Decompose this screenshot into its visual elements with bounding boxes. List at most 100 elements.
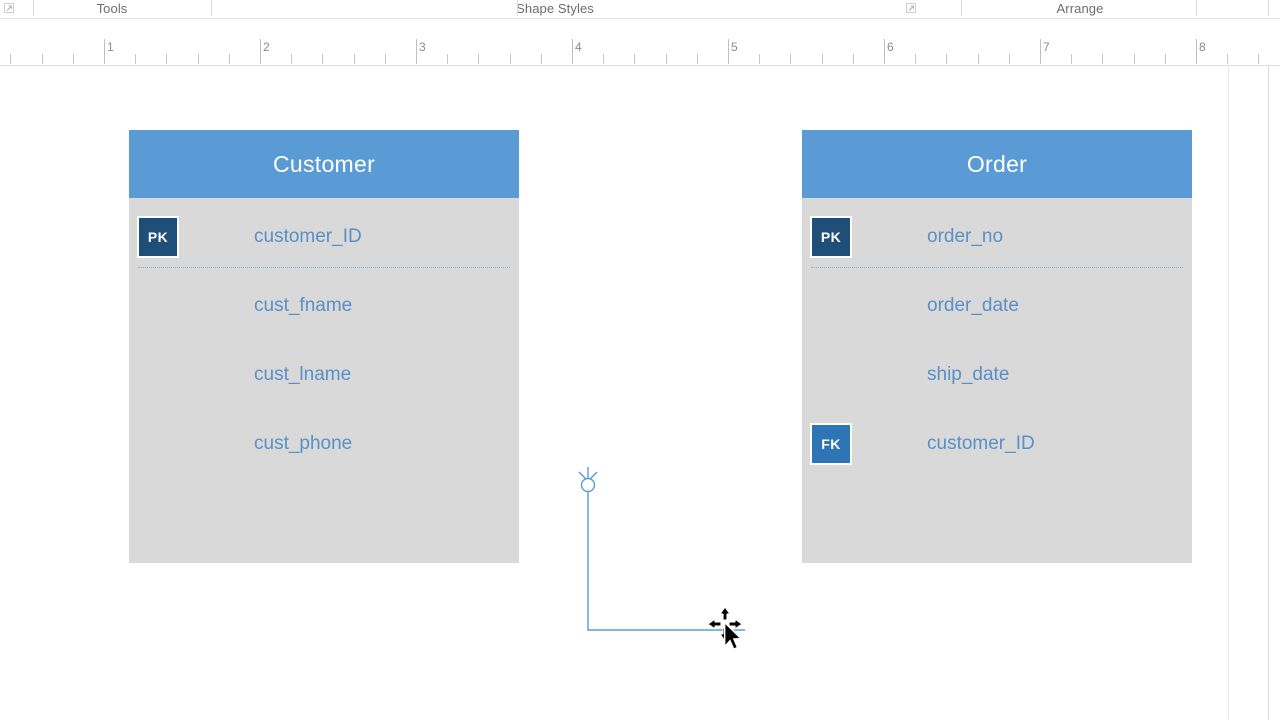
ruler-number: 4: [575, 40, 582, 54]
ruler-minor-tick: [1227, 54, 1228, 64]
entity-attribute-row[interactable]: order_date: [802, 271, 1192, 340]
ruler-major-tick: [572, 39, 573, 64]
ruler-number: 6: [887, 40, 894, 54]
ruler-minor-tick: [447, 54, 448, 64]
entity-body-customer[interactable]: PK customer_ID cust_fname cust_lname cust_ph…: [129, 198, 519, 563]
ribbon-group-label: Tools: [96, 1, 128, 16]
ribbon-separator: [517, 0, 518, 16]
ruler-minor-tick: [1009, 54, 1010, 64]
entity-attribute-name: cust_fname: [254, 295, 353, 316]
ruler-major-tick: [884, 39, 885, 64]
ruler-minor-tick: [166, 54, 167, 64]
ribbon-group-tools[interactable]: Tools: [62, 0, 162, 18]
ruler-number: 2: [263, 40, 270, 54]
ruler-minor-tick: [1165, 54, 1166, 64]
ruler-minor-tick: [73, 54, 74, 64]
entity-attribute-row[interactable]: PK order_no: [802, 202, 1192, 271]
entity-key-divider: [138, 267, 510, 268]
ribbon-separator: [1196, 0, 1197, 16]
dialog-launcher-icon[interactable]: [906, 3, 916, 13]
cardinality-zero-circle: [580, 477, 596, 493]
entity-attribute-row[interactable]: cust_lname: [129, 340, 519, 409]
entity-title: Order: [966, 150, 1028, 177]
ruler-minor-tick: [354, 54, 355, 64]
crowsfoot-many-symbol: [578, 467, 598, 482]
connector-line[interactable]: [587, 490, 745, 631]
entity-attribute-name: ship_date: [927, 364, 1010, 385]
entity-body-order[interactable]: PK order_no order_date ship_date FK customer_…: [802, 198, 1192, 563]
ruler-minor-tick: [759, 54, 760, 64]
entity-header-customer[interactable]: Customer: [129, 130, 519, 198]
ruler-number: 8: [1199, 40, 1206, 54]
application-window: Tools Shape Styles Arrange 1 2 3 4 5 6 7 8 Custom…: [0, 0, 1280, 720]
primary-key-badge: PK: [137, 215, 179, 258]
ruler-minor-tick: [1102, 54, 1103, 64]
ruler-minor-tick: [666, 54, 667, 64]
ruler-major-tick: [728, 39, 729, 64]
ruler-minor-tick: [790, 54, 791, 64]
ribbon-separator: [961, 0, 962, 16]
ruler-minor-tick: [10, 54, 11, 64]
ruler-minor-tick: [1258, 54, 1259, 64]
ruler-minor-tick: [978, 54, 979, 64]
entity-title: Customer: [272, 150, 376, 177]
ribbon-separator: [33, 0, 34, 16]
horizontal-ruler[interactable]: 1 2 3 4 5 6 7 8: [0, 19, 1280, 66]
ruler-major-tick: [260, 39, 261, 64]
ruler-minor-tick: [385, 54, 386, 64]
entity-shape-customer[interactable]: Customer PK customer_ID cust_fname cust_lnam…: [129, 130, 519, 563]
ruler-minor-tick: [915, 54, 916, 64]
ribbon-separator: [211, 0, 212, 16]
ruler-number: 7: [1043, 40, 1050, 54]
ruler-minor-tick: [42, 54, 43, 64]
entity-attribute-row[interactable]: PK customer_ID: [129, 202, 519, 271]
ruler-major-tick: [104, 39, 105, 64]
entity-attribute-name: order_date: [927, 295, 1019, 316]
ruler-minor-tick: [291, 54, 292, 64]
ruler-major-tick: [1196, 39, 1197, 64]
ruler-minor-tick: [478, 54, 479, 64]
ruler-minor-tick: [946, 54, 947, 64]
page-boundary-line: [1228, 66, 1229, 720]
entity-attribute-row[interactable]: cust_phone: [129, 409, 519, 478]
ruler-minor-tick: [853, 54, 854, 64]
entity-attribute-name: cust_lname: [254, 364, 352, 385]
primary-key-badge: PK: [810, 215, 852, 258]
ruler-minor-tick: [697, 54, 698, 64]
entity-attribute-name: customer_ID: [927, 433, 1035, 454]
ruler-minor-tick: [510, 54, 511, 64]
mouse-cursor-move: [703, 603, 757, 657]
ruler-minor-tick: [603, 54, 604, 64]
ruler-minor-tick: [322, 54, 323, 64]
entity-attribute-row[interactable]: cust_fname: [129, 271, 519, 340]
ribbon-group-label: Arrange: [1056, 1, 1104, 16]
entity-attribute-row[interactable]: ship_date: [802, 340, 1192, 409]
ribbon-group-arrange[interactable]: Arrange: [1010, 0, 1150, 18]
entity-key-divider: [811, 267, 1183, 268]
ruler-number: 3: [419, 40, 426, 54]
ruler-minor-tick: [135, 54, 136, 64]
foreign-key-badge: FK: [810, 422, 852, 465]
ruler-major-tick: [416, 39, 417, 64]
ruler-minor-tick: [198, 54, 199, 64]
entity-attribute-name: cust_phone: [254, 433, 353, 454]
entity-shape-order[interactable]: Order PK order_no order_date ship_date FK cust…: [802, 130, 1192, 563]
ruler-minor-tick: [541, 54, 542, 64]
entity-attribute-name: customer_ID: [254, 226, 362, 247]
ruler-minor-tick: [229, 54, 230, 64]
ruler-minor-tick: [634, 54, 635, 64]
dialog-launcher-icon[interactable]: [4, 3, 14, 13]
diagram-canvas[interactable]: Customer PK customer_ID cust_fname cust_lnam…: [0, 66, 1280, 720]
entity-attribute-name: order_no: [927, 226, 1004, 247]
entity-header-order[interactable]: Order: [802, 130, 1192, 198]
ribbon-group-shape-styles[interactable]: Shape Styles: [470, 0, 640, 18]
ribbon-separator: [1268, 0, 1269, 16]
entity-attribute-row[interactable]: FK customer_ID: [802, 409, 1192, 478]
side-panel-divider: [1268, 66, 1269, 720]
ruler-number: 5: [731, 40, 738, 54]
ruler-minor-tick: [1134, 54, 1135, 64]
ribbon-group-labels-strip: Tools Shape Styles Arrange: [0, 0, 1280, 19]
ruler-number: 1: [107, 40, 114, 54]
ribbon-group-label: Shape Styles: [516, 1, 594, 16]
ruler-major-tick: [1040, 39, 1041, 64]
